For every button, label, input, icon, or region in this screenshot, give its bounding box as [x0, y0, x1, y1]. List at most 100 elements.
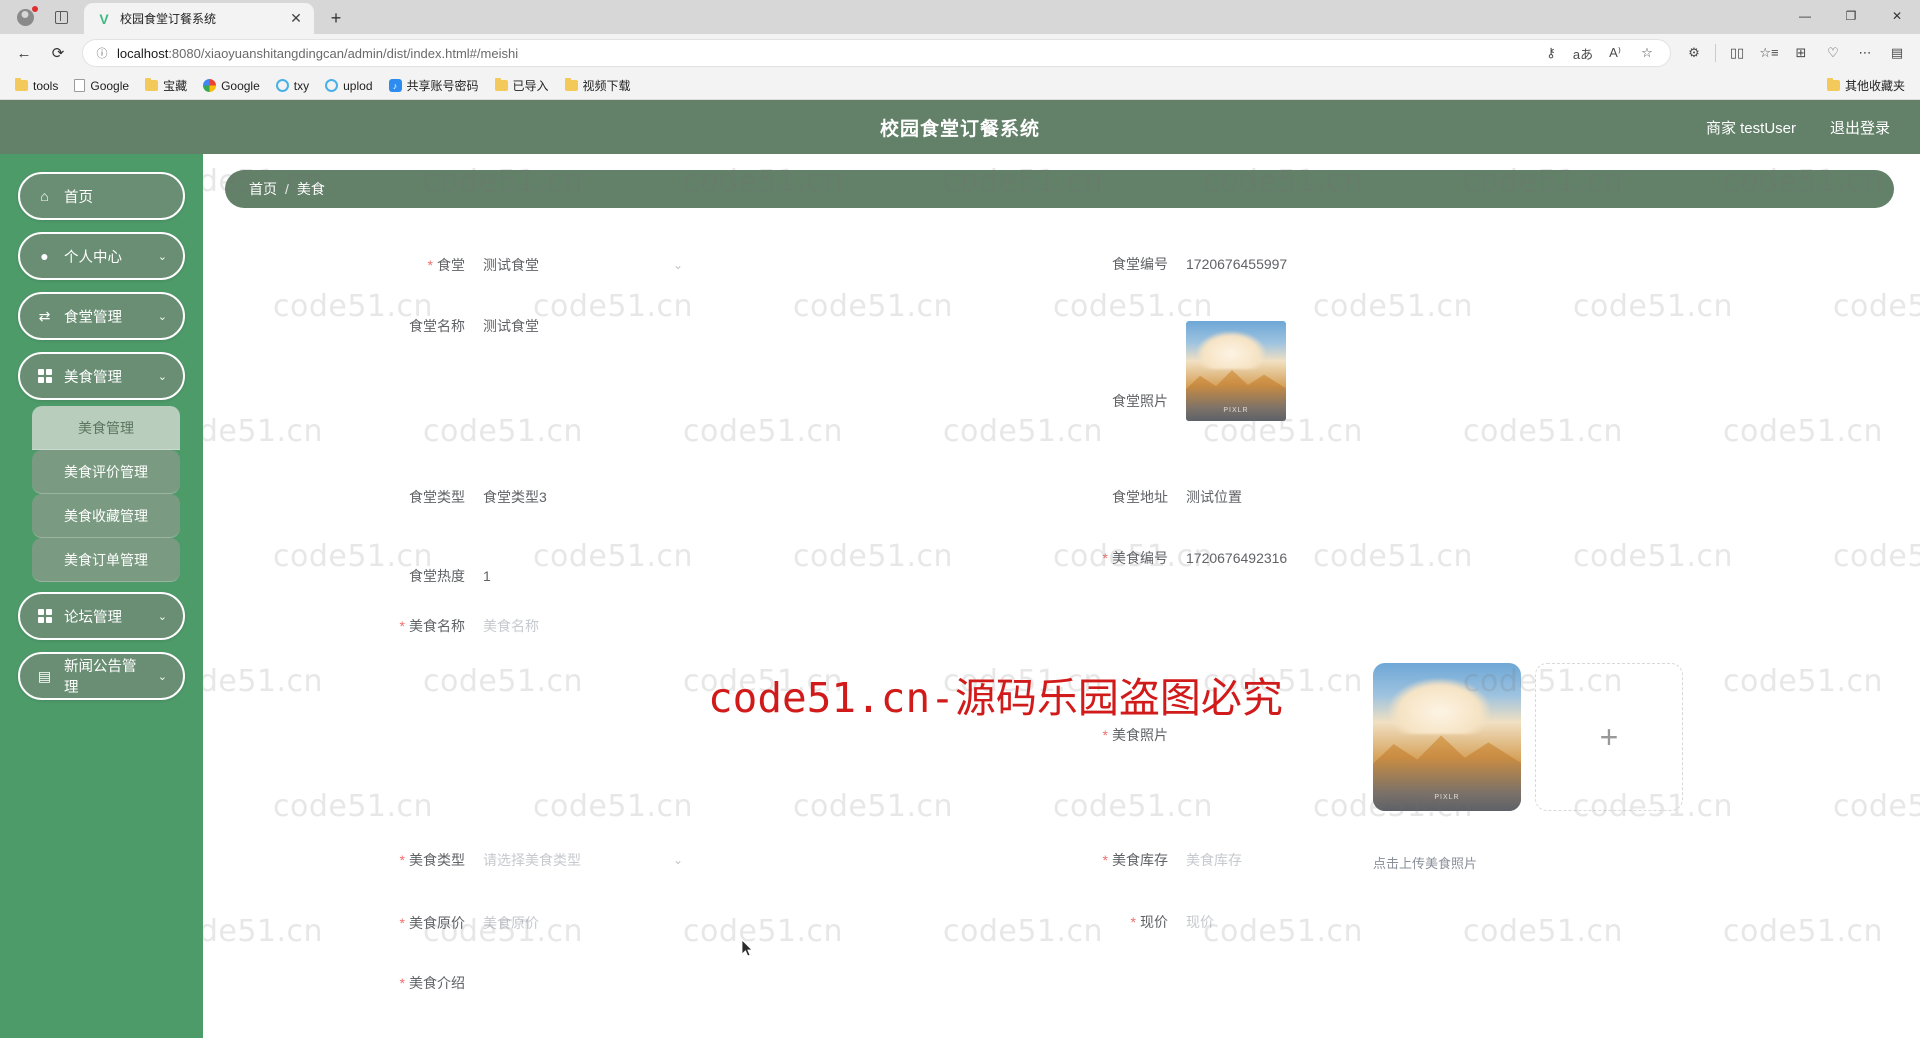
canteen-select[interactable]: 测试食堂 ⌄	[483, 255, 683, 275]
folder-icon	[564, 78, 578, 91]
photo-image: PIXLR	[1186, 321, 1286, 421]
form-row-food-type: * 美食类型 请选择美食类型 ⌄	[373, 850, 703, 870]
key-icon[interactable]: ⚷	[1536, 39, 1566, 67]
field-label-canteen-photo: 食堂照片	[1112, 393, 1168, 409]
logout-button[interactable]: 退出登录	[1830, 117, 1890, 138]
browser-essentials-icon[interactable]: ♡	[1818, 39, 1848, 67]
sidebar-item-home[interactable]: ⌂ 首页	[18, 172, 185, 220]
site-info-icon[interactable]: ⓘ	[91, 42, 113, 64]
navigation-bar: ← ⟳ ⓘ localhost:8080/xiaoyuanshitangding…	[0, 34, 1920, 72]
bookmark-google-doc[interactable]: Google	[67, 77, 136, 95]
watermark-tile: code51.cn	[203, 414, 324, 449]
sidebar-item-news-management[interactable]: ▤ 新闻公告管理 ⌄	[18, 652, 185, 700]
google-icon	[203, 79, 217, 92]
browser-tab[interactable]: V 校园食堂订餐系统 ✕	[84, 3, 314, 34]
other-bookmarks-button[interactable]: 其他收藏夹	[1820, 75, 1912, 96]
sidebar-subitem-food-management[interactable]: 美食管理	[32, 406, 180, 450]
ring-icon	[275, 79, 289, 92]
food-photo-thumbnail[interactable]: PIXLR	[1373, 663, 1521, 811]
chevron-down-icon: ⌄	[672, 258, 683, 272]
tab-search-icon	[54, 10, 68, 24]
home-icon: ⌂	[40, 188, 49, 204]
form-row-canteen-no: 食堂编号 1720676455997	[1084, 254, 1287, 274]
bookmark-imported[interactable]: 已导入	[488, 75, 556, 96]
minimize-icon[interactable]: —	[1782, 0, 1828, 32]
more-options-icon[interactable]: ⋯	[1850, 39, 1880, 67]
required-star: *	[1102, 727, 1108, 743]
bookmark-shared-accounts[interactable]: ♪ 共享账号密码	[382, 75, 486, 96]
app-body: ⌂ 首页 ● 个人中心 ⌄ ⇄ 食堂管理 ⌄ 美食管理 ⌄ 美食管理 美食评价管…	[0, 154, 1920, 1038]
sidebar-subitem-food-favorites[interactable]: 美食收藏管理	[32, 494, 180, 538]
vue-icon: V	[99, 10, 109, 27]
watermark-tile: code51.cn	[1723, 414, 1884, 449]
food-name-input[interactable]: 美食名称	[483, 616, 539, 636]
new-tab-button[interactable]: +	[322, 4, 350, 32]
ring-icon	[325, 79, 339, 92]
watermark-tile: code51.cn	[533, 289, 694, 324]
sidebar-item-profile[interactable]: ● 个人中心 ⌄	[18, 232, 185, 280]
address-bar[interactable]: ⓘ localhost:8080/xiaoyuanshitangdingcan/…	[82, 39, 1671, 67]
watermark-tile: code51.cn	[793, 539, 954, 574]
translate-icon[interactable]: aあ	[1568, 39, 1598, 67]
breadcrumb: 首页 / 美食	[225, 170, 1894, 208]
bookmark-label: uplod	[343, 78, 373, 93]
window-controls: — ❐ ✕	[1782, 0, 1920, 34]
sidebar-subitem-food-orders[interactable]: 美食订单管理	[32, 538, 180, 582]
bookmark-google[interactable]: Google	[196, 77, 267, 95]
breadcrumb-home[interactable]: 首页	[249, 179, 277, 199]
sliders-icon: ⇄	[38, 307, 51, 324]
form-row-food-price: * 美食原价 美食原价	[373, 913, 539, 933]
read-aloud-icon[interactable]: A⁾	[1600, 39, 1630, 67]
url-path: :8080/xiaoyuanshitangdingcan/admin/dist/…	[168, 45, 519, 61]
field-label-food-photo: * 美食照片	[1102, 727, 1168, 743]
bookmark-txy[interactable]: txy	[269, 77, 316, 95]
close-icon[interactable]: ✕	[286, 9, 306, 29]
sidebar-item-label: 论坛管理	[64, 609, 122, 626]
bookmark-label: Google	[221, 78, 260, 93]
chevron-down-icon: ⌄	[157, 670, 167, 683]
current-price-input[interactable]: 现价	[1186, 912, 1214, 932]
folder-icon	[1826, 78, 1840, 91]
form-row-food-no: * 美食编号 1720676492316	[1076, 548, 1288, 568]
canteen-address-value: 测试位置	[1186, 489, 1242, 505]
sidebar-item-food-management[interactable]: 美食管理 ⌄	[18, 352, 185, 400]
watermark-layer: code51.cn code51.cn code51.cn code51.cn code…	[203, 154, 1920, 1038]
tab-search-button[interactable]	[44, 2, 78, 32]
collections-icon[interactable]: ☆≡	[1754, 39, 1784, 67]
sidebar-toggle-icon[interactable]: ▤	[1882, 39, 1912, 67]
food-type-select[interactable]: 请选择美食类型 ⌄	[483, 850, 683, 870]
watermark-tile: code51.cn	[1573, 539, 1734, 574]
app-header: 校园食堂订餐系统 商家 testUser 退出登录	[0, 100, 1920, 154]
extensions-icon[interactable]: ⚙	[1679, 39, 1709, 67]
canteen-photo-thumbnail[interactable]: PIXLR	[1186, 321, 1286, 421]
back-icon[interactable]: ←	[8, 38, 40, 68]
url-host: localhost	[117, 45, 169, 61]
folder-icon	[15, 78, 28, 91]
sidebar-item-forum-management[interactable]: 论坛管理 ⌄	[18, 592, 185, 640]
window-close-icon[interactable]: ✕	[1874, 0, 1920, 32]
profile-button[interactable]	[6, 2, 44, 32]
sidebar-item-canteen-management[interactable]: ⇄ 食堂管理 ⌄	[18, 292, 185, 340]
split-screen-icon[interactable]: ▯▯	[1722, 39, 1752, 67]
page-title: 校园食堂订餐系统	[879, 118, 1040, 140]
favorite-star-icon[interactable]: ☆	[1632, 39, 1662, 67]
required-star: *	[399, 852, 405, 868]
food-stock-input[interactable]: 美食库存	[1186, 850, 1242, 870]
bookmark-baozang[interactable]: 宝藏	[138, 75, 194, 96]
reload-icon[interactable]: ⟳	[42, 38, 74, 68]
maximize-icon[interactable]: ❐	[1828, 0, 1874, 32]
bookmarks-bar: tools Google 宝藏 Google txy uplod ♪ 共享账号密码…	[0, 72, 1920, 100]
watermark-tile: code51.cn	[1833, 789, 1920, 824]
upload-hint-text: 点击上传美食照片	[1373, 856, 1478, 871]
add-tab-group-icon[interactable]: ⊞	[1786, 39, 1816, 67]
sidebar-subitem-food-review[interactable]: 美食评价管理	[32, 450, 180, 494]
bookmark-uplod[interactable]: uplod	[318, 77, 379, 95]
folder-icon	[494, 78, 508, 91]
add-photo-button[interactable]: +	[1535, 663, 1683, 811]
bookmark-tools[interactable]: tools	[8, 77, 65, 95]
food-price-input[interactable]: 美食原价	[483, 913, 539, 933]
required-star: *	[1102, 550, 1108, 566]
field-label-canteen: * 食堂	[427, 257, 465, 273]
bookmark-video-download[interactable]: 视频下载	[558, 75, 638, 96]
watermark-tile: code51.cn	[1203, 914, 1364, 949]
